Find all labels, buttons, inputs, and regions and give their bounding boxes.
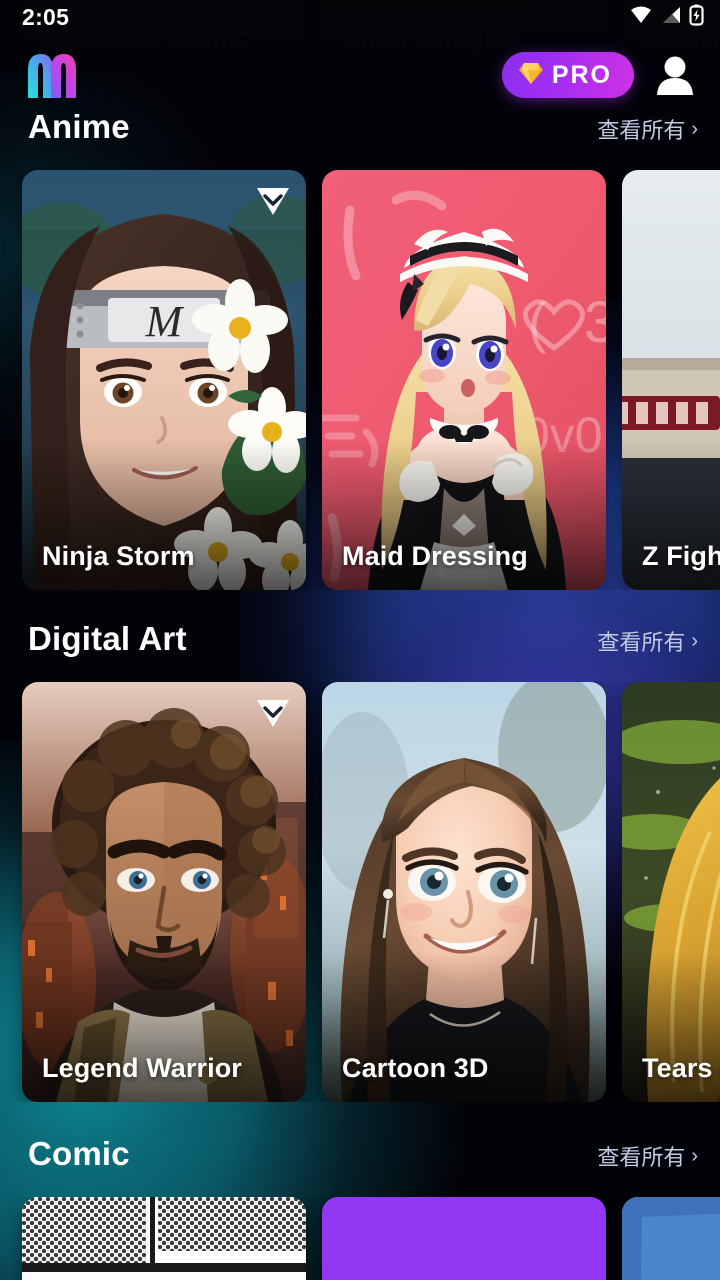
- see-all-label: 查看所有: [597, 630, 686, 655]
- card-title: Z Fighters: [642, 541, 720, 571]
- see-all-link-digital-art[interactable]: 查看所有 ›: [597, 625, 698, 657]
- chevron-right-icon: ›: [691, 1144, 698, 1167]
- content-card-comic-3[interactable]: [622, 1197, 720, 1280]
- diamond-gem-icon: [518, 61, 544, 89]
- content-card-cartoon-3d[interactable]: Cartoon 3D: [322, 682, 606, 1102]
- card-row-comic[interactable]: [0, 1197, 720, 1280]
- premium-gem-chevron-icon[interactable]: [254, 184, 292, 218]
- section-title: Anime: [28, 108, 130, 145]
- card-title: Ninja Storm: [42, 541, 195, 571]
- card-row-digital-art[interactable]: Legend Warrior Cartoon 3D Tears: [0, 682, 720, 1102]
- status-bar: 2:05: [0, 0, 720, 34]
- card-title: Legend Warrior: [42, 1053, 242, 1083]
- content-card-legend-warrior[interactable]: Legend Warrior: [22, 682, 306, 1102]
- user-avatar-icon[interactable]: [650, 50, 700, 100]
- content-scroll-area[interactable]: Romance Comic Theft Gangsta American Ani…: [0, 0, 720, 1280]
- see-all-link-anime[interactable]: 查看所有 ›: [597, 113, 698, 145]
- section-header: Digital Art 查看所有 ›: [0, 620, 720, 674]
- section-anime: Anime 查看所有 › M Ninja Storm (3 0v0 Maid …: [0, 108, 720, 590]
- content-card-comic-1[interactable]: [22, 1197, 306, 1280]
- card-artwork: [322, 1197, 606, 1280]
- pro-label: PRO: [551, 60, 612, 89]
- battery-charging-icon: [689, 4, 704, 31]
- cellular-signal-icon: [660, 5, 682, 30]
- status-bar-clock: 2:05: [22, 3, 70, 30]
- card-title: Maid Dressing: [342, 541, 528, 571]
- wifi-icon: [629, 5, 653, 30]
- see-all-label: 查看所有: [597, 118, 686, 143]
- section-comic: Comic 查看所有 ›: [0, 1135, 720, 1280]
- see-all-label: 查看所有: [597, 1145, 686, 1170]
- app-root: Romance Comic Theft Gangsta American Ani…: [0, 0, 720, 1280]
- see-all-link-comic[interactable]: 查看所有 ›: [597, 1140, 698, 1172]
- section-digital-art: Digital Art 查看所有 › Legend Warrior Cartoo…: [0, 620, 720, 1102]
- content-card-ninja-storm[interactable]: M Ninja Storm: [22, 170, 306, 590]
- content-card-comic-2[interactable]: [322, 1197, 606, 1280]
- svg-text:3: 3: [584, 290, 606, 355]
- section-title: Comic: [28, 1135, 130, 1172]
- card-title: Tears of King: [642, 1053, 720, 1083]
- status-bar-system-icons: [629, 4, 704, 31]
- top-bar: PRO: [0, 44, 720, 106]
- chevron-right-icon: ›: [691, 629, 698, 652]
- chevron-right-icon: ›: [691, 117, 698, 140]
- section-header: Comic 查看所有 ›: [0, 1135, 720, 1189]
- card-artwork: [22, 1197, 306, 1280]
- section-title: Digital Art: [28, 620, 187, 657]
- premium-gem-chevron-icon[interactable]: [254, 696, 292, 730]
- svg-text:M: M: [145, 297, 185, 346]
- card-artwork: [622, 1197, 720, 1280]
- content-card-tears-of-king[interactable]: Tears of King: [622, 682, 720, 1102]
- card-title: Cartoon 3D: [342, 1053, 489, 1083]
- section-header: Anime 查看所有 ›: [0, 108, 720, 162]
- content-card-maid-dressing[interactable]: ( 3 0v0 Maid Dressing: [322, 170, 606, 590]
- content-card-z-fighters[interactable]: Z Fighters: [622, 170, 720, 590]
- card-row-anime[interactable]: M Ninja Storm (3 0v0 Maid Dressing Z Fi…: [0, 170, 720, 590]
- app-logo-m-icon[interactable]: [22, 48, 78, 102]
- pro-upgrade-button[interactable]: PRO: [501, 52, 634, 98]
- top-bar-actions: PRO: [501, 50, 700, 100]
